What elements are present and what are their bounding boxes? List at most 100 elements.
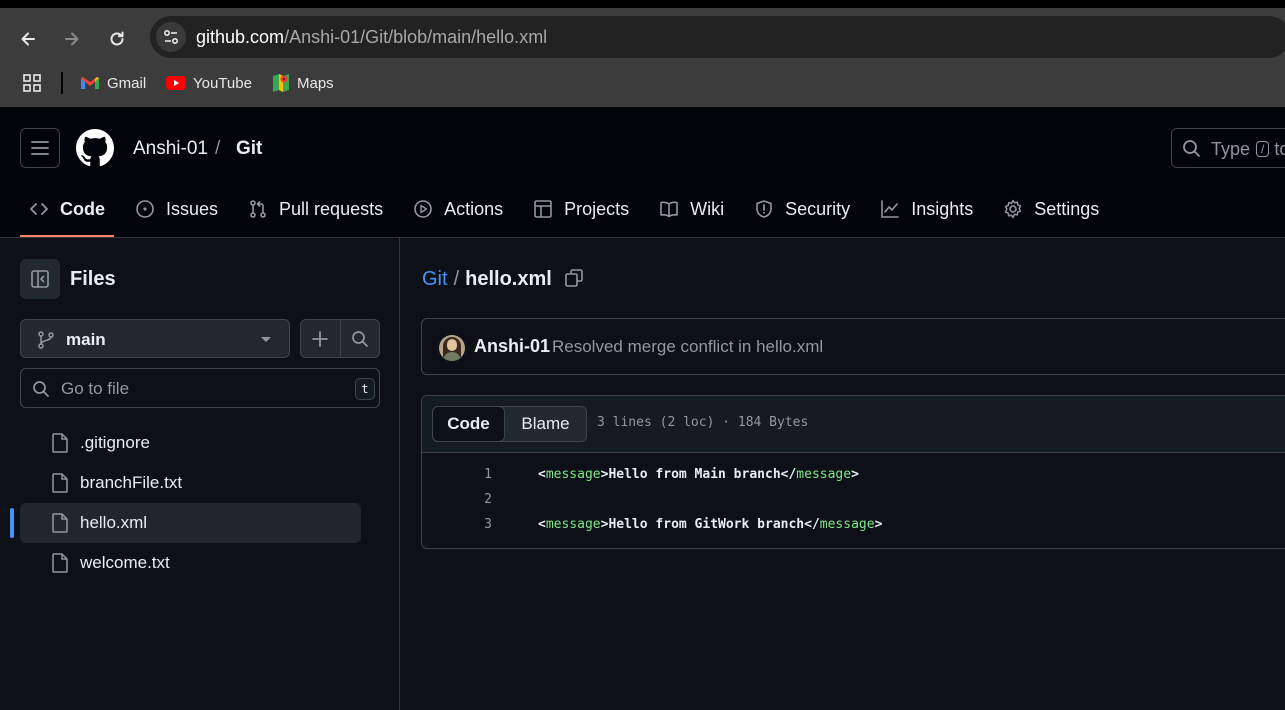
search-icon (33, 381, 49, 397)
browser-toolbar: github.com/Anshi-01/Git/blob/main/hello.… (0, 8, 1285, 107)
file-header: Code Blame 3 lines (2 loc) · 184 Bytes (422, 396, 1285, 453)
code-view-button[interactable]: Code (432, 406, 505, 442)
file-tree: .gitignore branchFile.txt hello.xml welc… (20, 423, 361, 583)
search-placeholder: Type / to (1211, 139, 1285, 160)
issue-icon (136, 200, 154, 218)
t-shortcut-key: t (355, 378, 375, 400)
address-bar[interactable]: github.com/Anshi-01/Git/blob/main/hello.… (150, 16, 1285, 58)
tab-label: Security (785, 198, 851, 219)
menu-button[interactable] (20, 128, 60, 168)
file-icon (52, 553, 68, 573)
file-path: Git / hello.xml (422, 268, 552, 291)
tab-actions[interactable]: Actions (404, 191, 512, 227)
tab-label: Actions (444, 198, 504, 219)
play-icon (414, 200, 432, 218)
search-files-button[interactable] (339, 320, 379, 357)
line-number[interactable]: 3 (422, 512, 492, 537)
tab-code[interactable]: Code (20, 191, 114, 237)
copy-path-icon[interactable] (564, 268, 584, 288)
add-file-button[interactable] (301, 320, 340, 357)
bookmark-youtube[interactable]: YouTube (166, 72, 252, 94)
code-line: 1 <message>Hello from Main branch</messa… (422, 462, 1285, 487)
file-item-gitignore[interactable]: .gitignore (20, 423, 361, 463)
line-number[interactable]: 1 (422, 462, 492, 487)
slash-shortcut-key: / (1256, 141, 1270, 157)
xml-tag: message (819, 517, 875, 532)
path-separator: / (453, 268, 460, 290)
file-name: welcome.txt (80, 553, 170, 572)
go-to-file-input[interactable]: Go to file t (20, 368, 380, 408)
tab-label: Code (60, 198, 105, 219)
tab-pull-requests[interactable]: Pull requests (239, 191, 392, 227)
tab-security[interactable]: Security (745, 191, 859, 227)
file-content-box: Code Blame 3 lines (2 loc) · 184 Bytes 1… (421, 395, 1285, 549)
tab-issues[interactable]: Issues (126, 191, 227, 227)
avatar[interactable] (439, 335, 465, 361)
breadcrumb-owner[interactable]: Anshi-01 (133, 138, 208, 160)
view-toggle: Code Blame (432, 406, 587, 442)
bookmark-label: Maps (297, 74, 334, 92)
path-file-name: hello.xml (465, 268, 552, 290)
youtube-icon (166, 76, 186, 90)
forward-button[interactable] (57, 24, 87, 54)
path-repo-link[interactable]: Git (422, 268, 448, 290)
maps-icon (273, 74, 289, 92)
url-text: github.com/Anshi-01/Git/blob/main/hello.… (196, 27, 547, 48)
apps-grid-icon[interactable] (22, 73, 42, 93)
file-actions-group (300, 319, 380, 358)
search-placeholder-suffix: to (1274, 139, 1285, 159)
shield-icon (756, 200, 772, 218)
bookmark-maps[interactable]: Maps (272, 72, 334, 94)
bookmark-label: YouTube (193, 74, 252, 92)
file-view: Git / hello.xml Anshi-01 Resolved merge co… (401, 238, 1285, 710)
git-branch-icon (38, 331, 54, 349)
search-input[interactable]: Type / to (1171, 128, 1285, 168)
table-icon (534, 200, 552, 218)
site-info-icon[interactable] (156, 22, 186, 52)
latest-commit-box: Anshi-01 Resolved merge conflict in hell… (421, 318, 1285, 375)
file-name: branchFile.txt (80, 473, 183, 492)
commit-author[interactable]: Anshi-01 (474, 336, 550, 357)
reload-icon (110, 31, 124, 46)
reload-button[interactable] (102, 24, 132, 54)
bookmark-gmail[interactable]: Gmail (80, 72, 146, 94)
hamburger-icon (31, 141, 49, 155)
arrow-right-icon (65, 32, 79, 46)
file-item-hello-xml[interactable]: hello.xml (20, 503, 361, 543)
back-button[interactable] (13, 24, 43, 54)
go-to-file-placeholder: Go to file (61, 379, 130, 398)
tab-settings[interactable]: Settings (994, 191, 1108, 227)
url-path: /Anshi-01/Git/blob/main/hello.xml (284, 27, 548, 47)
commit-message[interactable]: Resolved merge conflict in hello.xml (552, 337, 823, 357)
bookmarks-divider (61, 72, 63, 94)
file-tree-sidebar: Files main Go to file t .gitignore branc… (0, 238, 400, 710)
breadcrumb-repo[interactable]: Git (236, 138, 262, 160)
selected-indicator (10, 508, 14, 538)
tab-label: Projects (564, 198, 630, 219)
url-host: github.com (196, 27, 285, 47)
arrow-left-icon (21, 32, 35, 46)
gmail-icon (81, 77, 99, 89)
tab-wiki[interactable]: Wiki (650, 191, 733, 227)
tab-projects[interactable]: Projects (524, 191, 638, 227)
xml-tag: message (796, 467, 852, 482)
file-item-welcome[interactable]: welcome.txt (20, 543, 361, 583)
tab-label: Wiki (690, 198, 725, 219)
tab-label: Pull requests (279, 198, 384, 219)
files-heading: Files (70, 268, 116, 290)
collapse-sidebar-button[interactable] (20, 259, 60, 299)
bookmarks-bar: Gmail YouTube Maps (0, 66, 1285, 100)
blame-view-button[interactable]: Blame (505, 407, 586, 441)
line-number[interactable]: 2 (422, 487, 492, 512)
file-item-branchfile[interactable]: branchFile.txt (20, 463, 361, 503)
line-content: <message>Hello from GitWork branch</mess… (538, 517, 883, 532)
file-icon (52, 513, 68, 533)
tab-label: Settings (1034, 198, 1100, 219)
github-logo-icon[interactable] (76, 129, 114, 167)
xml-tag: message (545, 467, 601, 482)
tab-insights[interactable]: Insights (871, 191, 982, 227)
branch-selector[interactable]: main (20, 319, 290, 358)
breadcrumb-separator: / (215, 138, 221, 159)
code-line: 3 <message>Hello from GitWork branch</me… (422, 512, 1285, 537)
line-content: <message>Hello from Main branch</message… (538, 467, 859, 482)
